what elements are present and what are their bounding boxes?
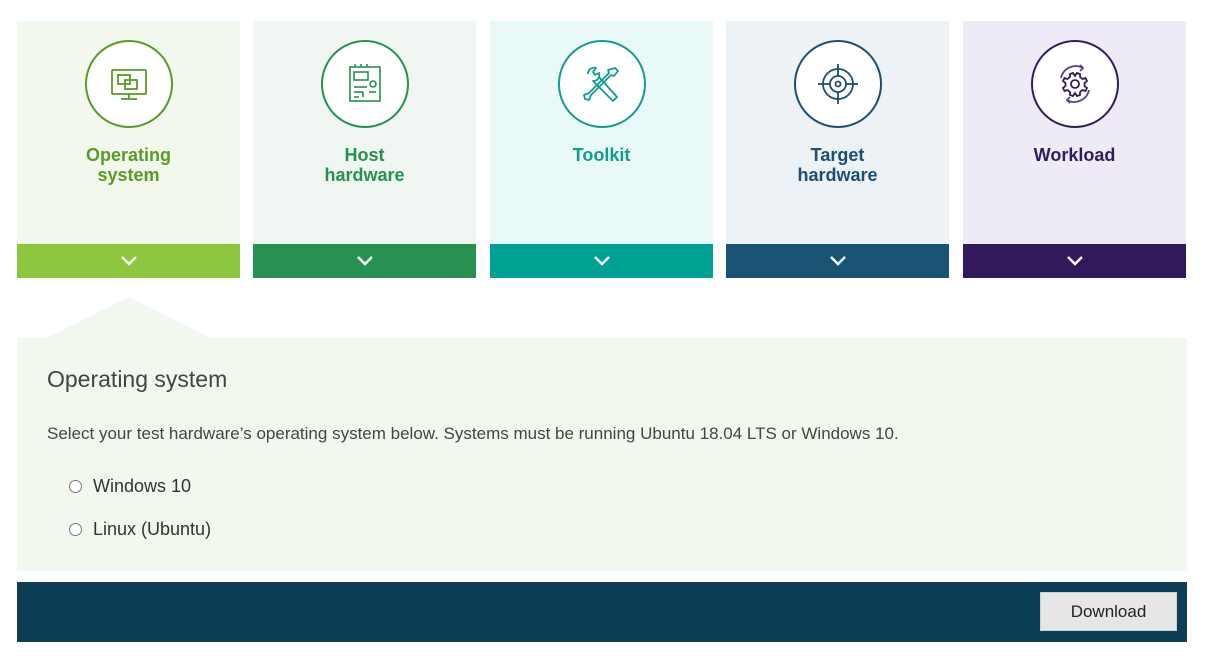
- step-label: Target hardware: [726, 145, 949, 185]
- step-expand-bar[interactable]: [963, 244, 1186, 278]
- step-icon-circle: [794, 40, 882, 128]
- step-card-body: Toolkit: [490, 21, 713, 244]
- step-label-line2: hardware: [324, 165, 405, 185]
- step-icon-circle: [558, 40, 646, 128]
- option-linux-ubuntu[interactable]: Linux (Ubuntu): [69, 518, 211, 540]
- target-icon: [818, 64, 858, 104]
- step-selector: Operating system Host hardware Toolkit T…: [17, 21, 1187, 278]
- step-label-line1: Toolkit: [572, 145, 631, 165]
- step-label: Toolkit: [490, 145, 713, 165]
- panel-description: Select your test hardware’s operating sy…: [47, 424, 899, 443]
- step-icon-circle: [321, 40, 409, 128]
- step-card-operating-system[interactable]: Operating system: [17, 21, 240, 278]
- step-label-line2: hardware: [797, 165, 878, 185]
- step-card-body: Operating system: [17, 21, 240, 244]
- step-card-workload[interactable]: Workload: [963, 21, 1186, 278]
- step-expand-bar[interactable]: [490, 244, 713, 278]
- step-label-line1: Target: [810, 145, 865, 165]
- step-card-body: Target hardware: [726, 21, 949, 244]
- step-label-line1: Operating: [85, 145, 171, 165]
- chevron-down-icon: [356, 256, 373, 266]
- option-windows-10[interactable]: Windows 10: [69, 475, 191, 497]
- step-card-body: Workload: [963, 21, 1186, 244]
- download-button[interactable]: Download: [1040, 592, 1177, 631]
- step-card-host-hardware[interactable]: Host hardware: [253, 21, 476, 278]
- step-icon-circle: [1031, 40, 1119, 128]
- tools-icon: [583, 66, 619, 102]
- step-card-toolkit[interactable]: Toolkit: [490, 21, 713, 278]
- option-label: Windows 10: [93, 475, 192, 496]
- panel-pointer: [47, 297, 211, 338]
- step-label: Operating system: [17, 145, 240, 185]
- step-expand-bar[interactable]: [253, 244, 476, 278]
- panel-title: Operating system: [47, 366, 228, 392]
- step-expand-bar[interactable]: [726, 244, 949, 278]
- radio-linux-ubuntu[interactable]: [69, 522, 82, 536]
- step-label-line1: Workload: [1033, 145, 1116, 165]
- step-card-target-hardware[interactable]: Target hardware: [726, 21, 949, 278]
- option-label: Linux (Ubuntu): [93, 518, 212, 539]
- circuit-board-icon: [349, 64, 381, 102]
- step-expand-bar[interactable]: [17, 244, 240, 278]
- chevron-down-icon: [120, 256, 137, 266]
- step-card-body: Host hardware: [253, 21, 476, 244]
- radio-windows-10[interactable]: [69, 479, 82, 493]
- chevron-down-icon: [593, 256, 610, 266]
- step-icon-circle: [85, 40, 173, 128]
- gear-cycle-icon: [1060, 64, 1090, 104]
- step-label-line1: Host: [344, 145, 385, 165]
- operating-system-panel: Operating system Select your test hardwa…: [17, 338, 1187, 571]
- step-label-line2: system: [97, 165, 160, 185]
- monitor-icon: [111, 69, 147, 100]
- step-label: Workload: [963, 145, 1186, 165]
- footer-bar: Download: [17, 582, 1187, 642]
- chevron-down-icon: [829, 256, 846, 266]
- step-label: Host hardware: [253, 145, 476, 185]
- chevron-down-icon: [1066, 256, 1083, 266]
